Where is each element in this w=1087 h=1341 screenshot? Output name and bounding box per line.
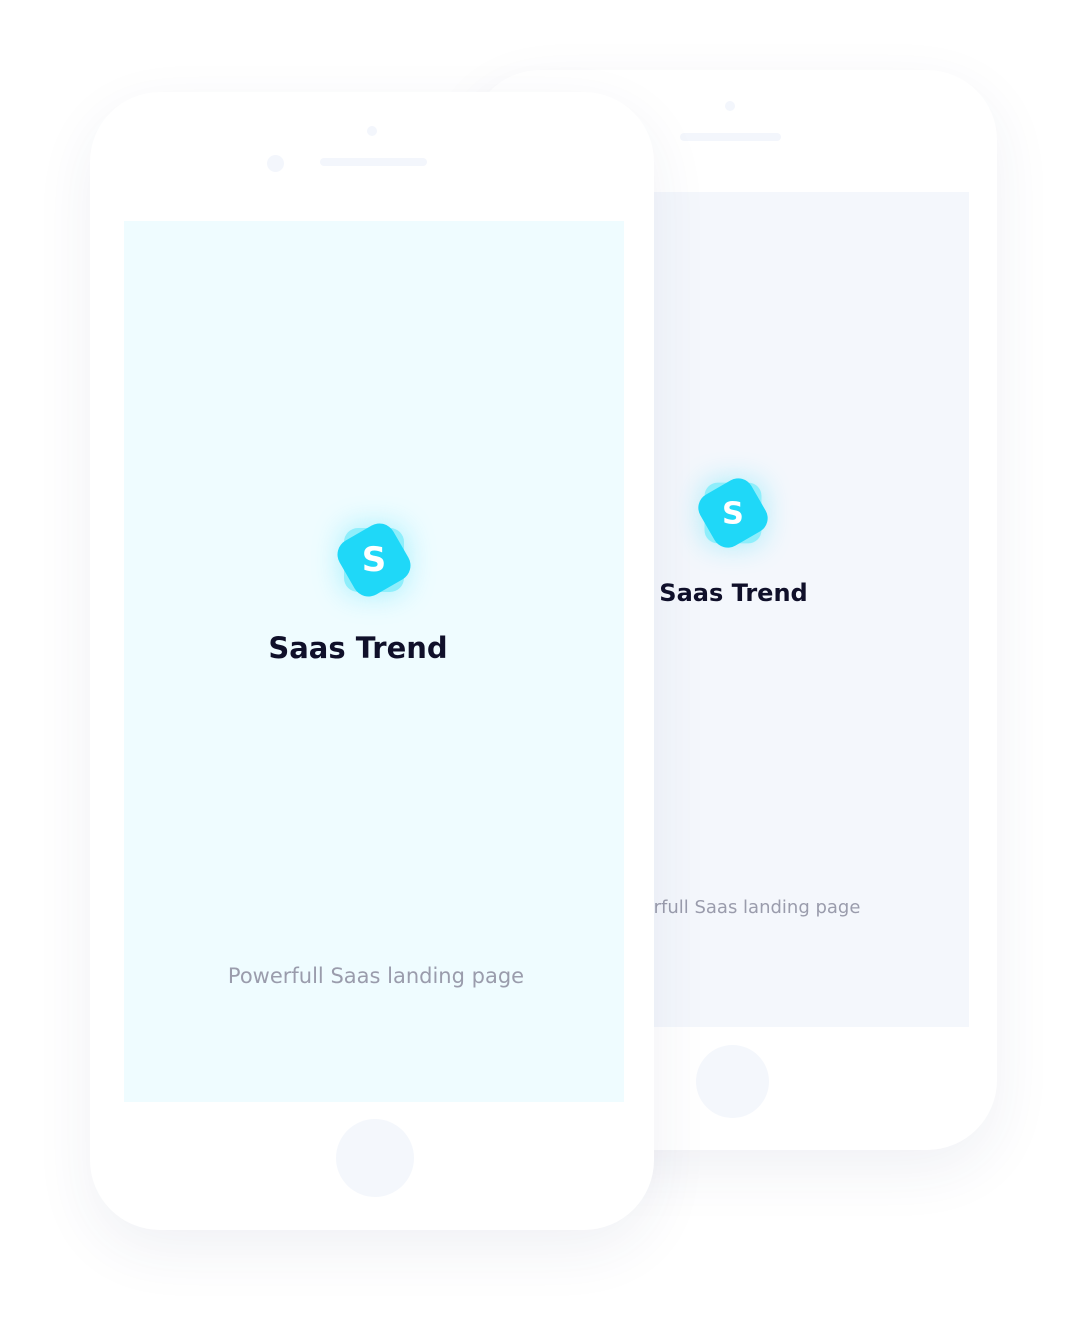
front-phone-screen: S Saas Trend Powerfull Saas landing page <box>124 221 624 1102</box>
home-button[interactable] <box>336 1119 414 1197</box>
app-name: Saas Trend <box>268 631 448 665</box>
app-logo-icon: S <box>331 517 417 603</box>
app-tagline: Powerfull Saas landing page <box>227 964 525 988</box>
home-button[interactable] <box>696 1045 769 1118</box>
sensor-dot <box>725 101 735 111</box>
sensor-dot <box>367 126 377 136</box>
app-logo-icon: S <box>692 472 774 554</box>
camera-dot <box>267 155 284 172</box>
speaker-grille <box>320 158 427 166</box>
speaker-grille <box>680 133 781 141</box>
front-phone: S Saas Trend Powerfull Saas landing page <box>90 92 654 1230</box>
